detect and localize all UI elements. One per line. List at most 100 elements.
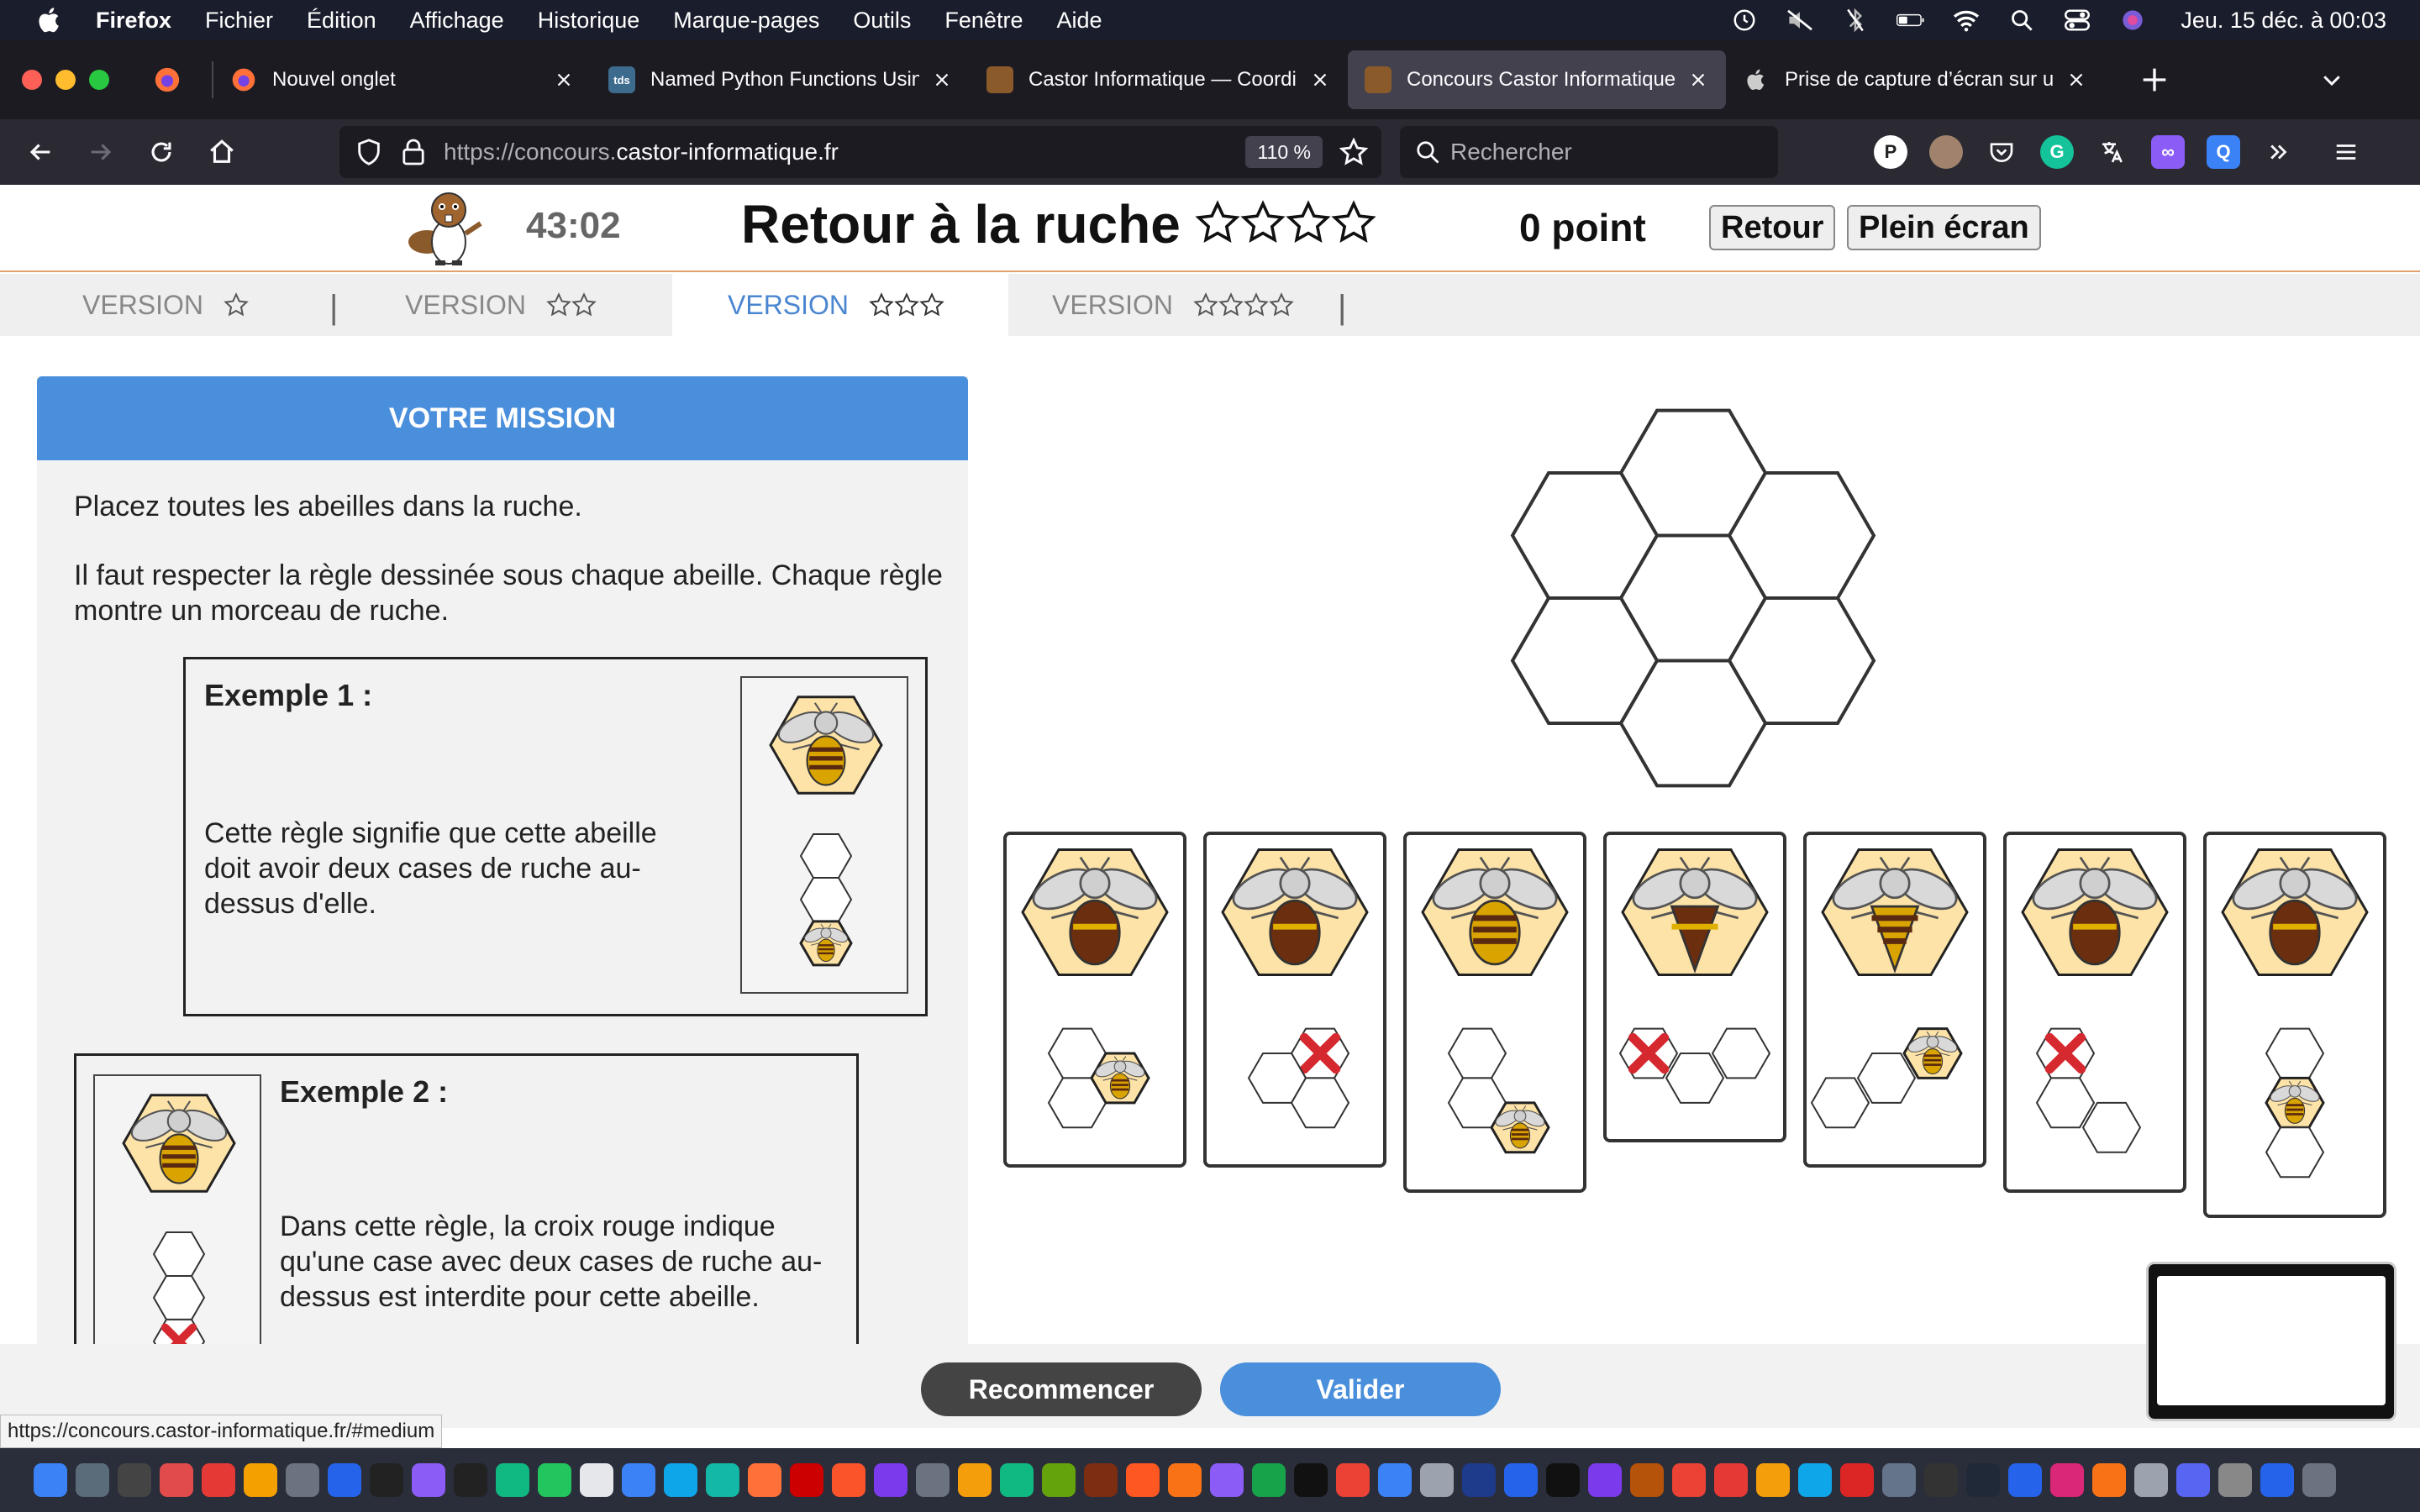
dock-app-icon[interactable] (496, 1463, 529, 1497)
siri-icon[interactable] (2118, 8, 2147, 33)
dock-app-icon[interactable] (2176, 1463, 2210, 1497)
dock-app-icon[interactable] (1546, 1463, 1580, 1497)
dock-app-icon[interactable] (1168, 1463, 1202, 1497)
bee-card-4[interactable] (1603, 832, 1786, 1142)
tab-version-1-star[interactable]: VERSION (82, 274, 249, 336)
dock-app-icon[interactable] (664, 1463, 697, 1497)
dock-app-icon[interactable] (2260, 1463, 2294, 1497)
dock-app-icon[interactable] (160, 1463, 193, 1497)
bee-card-5[interactable] (1803, 832, 1986, 1168)
minimize-window-button[interactable] (55, 70, 76, 90)
close-tab-icon[interactable] (2065, 69, 2087, 91)
dock-app-icon[interactable] (328, 1463, 361, 1497)
zoom-level-badge[interactable]: 110 % (1245, 136, 1323, 168)
dock-app-icon[interactable] (2092, 1463, 2126, 1497)
dock-app-icon[interactable] (790, 1463, 823, 1497)
p-extension-icon[interactable]: P (1874, 135, 1907, 169)
dock-app-icon[interactable] (958, 1463, 992, 1497)
fullscreen-button[interactable]: Plein écran (1847, 205, 2041, 250)
dock-app-icon[interactable] (1084, 1463, 1118, 1497)
avatar-extension-icon[interactable] (1929, 135, 1963, 169)
apple-logo-icon[interactable] (34, 4, 66, 36)
dock-app-icon[interactable] (118, 1463, 151, 1497)
tracking-protection-shield-icon[interactable] (355, 138, 383, 166)
dock-app-icon[interactable] (454, 1463, 487, 1497)
firefox-view-icon[interactable] (153, 66, 182, 94)
bee-card-2[interactable] (1203, 832, 1386, 1168)
dock-app-icon[interactable] (76, 1463, 109, 1497)
tab-castor-coordination[interactable]: Castor Informatique — Coordina (970, 50, 1348, 109)
restart-button[interactable]: Recommencer (921, 1362, 1202, 1416)
new-tab-plus-icon[interactable] (2138, 63, 2171, 97)
menu-marque-pages[interactable]: Marque-pages (673, 8, 819, 34)
dock-app-icon[interactable] (1588, 1463, 1622, 1497)
control-center-icon[interactable] (2063, 8, 2091, 33)
dock-app-icon[interactable] (1840, 1463, 1874, 1497)
dock-app-icon[interactable] (244, 1463, 277, 1497)
tab-version-4-stars[interactable]: VERSION (1052, 274, 1294, 336)
mute-icon[interactable] (1786, 8, 1814, 33)
dock-app-icon[interactable] (2008, 1463, 2042, 1497)
tab-nouvel-onglet[interactable]: Nouvel onglet (213, 50, 592, 109)
time-machine-icon[interactable] (1730, 8, 1759, 33)
dock-app-icon[interactable] (1336, 1463, 1370, 1497)
dock-app-icon[interactable] (412, 1463, 445, 1497)
dock-app-icon[interactable] (1714, 1463, 1748, 1497)
dock-app-icon[interactable] (370, 1463, 403, 1497)
close-tab-icon[interactable] (553, 69, 575, 91)
bee-card-1[interactable] (1003, 832, 1186, 1168)
bee-card-7[interactable] (2203, 832, 2386, 1218)
more-tools-chevron-icon[interactable] (2262, 135, 2296, 169)
battery-icon[interactable] (1897, 8, 1925, 33)
dock-app-icon[interactable] (1252, 1463, 1286, 1497)
tab-version-3-stars[interactable]: VERSION (672, 274, 1008, 336)
spotlight-search-icon[interactable] (2007, 8, 2036, 33)
close-window-button[interactable] (22, 70, 42, 90)
dock-app-icon[interactable] (2302, 1463, 2336, 1497)
url-bar[interactable]: https://concours. castor-informatique.fr … (339, 126, 1381, 178)
menu-outils[interactable]: Outils (853, 8, 911, 34)
lock-icon[interactable] (402, 138, 425, 166)
bluetooth-off-icon[interactable] (1841, 8, 1870, 33)
dock-app-icon[interactable] (1042, 1463, 1076, 1497)
screenshot-thumbnail-preview[interactable] (2146, 1262, 2396, 1421)
dock-app-icon[interactable] (1126, 1463, 1160, 1497)
dock-app-icon[interactable] (706, 1463, 739, 1497)
tab-prise-capture[interactable]: Prise de capture d’écran sur un (1726, 50, 2104, 109)
dock-app-icon[interactable] (1924, 1463, 1958, 1497)
bee-card-6[interactable] (2003, 832, 2186, 1193)
dock-app-icon[interactable] (1000, 1463, 1034, 1497)
dock-app-icon[interactable] (1378, 1463, 1412, 1497)
bookmark-star-icon[interactable] (1339, 138, 1368, 166)
reload-icon[interactable] (145, 135, 178, 169)
dock-app-icon[interactable] (580, 1463, 613, 1497)
dock-app-icon[interactable] (538, 1463, 571, 1497)
menu-historique[interactable]: Historique (538, 8, 640, 34)
menu-affichage[interactable]: Affichage (410, 8, 504, 34)
close-tab-icon[interactable] (931, 69, 953, 91)
tab-named-python-functions[interactable]: tds Named Python Functions Using (592, 50, 970, 109)
bee-card-3[interactable] (1403, 832, 1586, 1193)
dock-app-icon[interactable] (832, 1463, 865, 1497)
menu-edition[interactable]: Édition (307, 8, 376, 34)
dock-app-icon[interactable] (1798, 1463, 1832, 1497)
dock-app-icon[interactable] (1756, 1463, 1790, 1497)
back-button[interactable]: Retour (1709, 205, 1836, 250)
menu-fenetre[interactable]: Fenêtre (944, 8, 1023, 34)
dock-app-icon[interactable] (2218, 1463, 2252, 1497)
search-bar[interactable]: Rechercher (1400, 126, 1778, 178)
dock-app-icon[interactable] (34, 1463, 67, 1497)
q-extension-icon[interactable]: Q (2207, 135, 2240, 169)
validate-button[interactable]: Valider (1220, 1362, 1501, 1416)
dock-app-icon[interactable] (874, 1463, 908, 1497)
menubar-clock[interactable]: Jeu. 15 déc. à 00:03 (2181, 8, 2386, 34)
forward-arrow-icon[interactable] (84, 135, 118, 169)
dock-app-icon[interactable] (1672, 1463, 1706, 1497)
close-tab-icon[interactable] (1687, 69, 1709, 91)
home-icon[interactable] (205, 135, 239, 169)
menu-fichier[interactable]: Fichier (205, 8, 273, 34)
tab-concours-castor[interactable]: Concours Castor Informatique – (1348, 50, 1726, 109)
list-all-tabs-chevron-icon[interactable] (2319, 67, 2344, 92)
translate-icon[interactable] (2096, 135, 2129, 169)
zoom-window-button[interactable] (89, 70, 109, 90)
